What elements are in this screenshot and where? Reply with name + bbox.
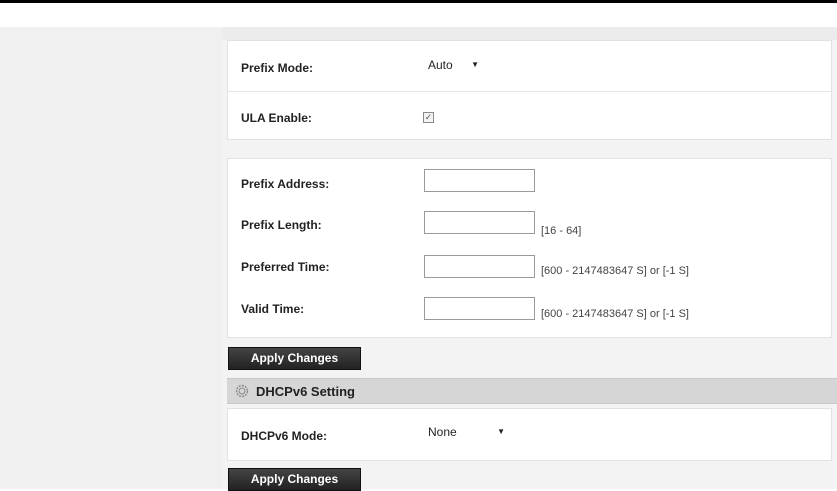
top-border-line <box>0 0 837 3</box>
apply-changes-button[interactable]: Apply Changes <box>228 347 361 370</box>
prefix-fields-panel: Prefix Address: Prefix Length: [16 - 64]… <box>227 158 832 338</box>
valid-time-label: Valid Time: <box>241 302 305 316</box>
valid-time-input[interactable] <box>424 297 535 320</box>
main-content: Prefix Mode: Auto ▼ ULA Enable: ✓ Prefix… <box>222 27 837 491</box>
chevron-down-icon: ▼ <box>497 427 505 436</box>
preferred-time-hint: [600 - 2147483647 S] or [-1 S] <box>541 265 689 277</box>
dhcpv6-section-header: DHCPv6 Setting <box>227 378 837 404</box>
prefix-mode-label: Prefix Mode: <box>241 61 314 75</box>
dhcpv6-mode-label: DHCPv6 Mode: <box>241 429 328 443</box>
checkmark-icon: ✓ <box>424 112 433 122</box>
prefix-mode-select[interactable]: Auto ▼ <box>422 55 482 73</box>
prefix-length-input[interactable] <box>424 211 535 234</box>
gear-icon <box>235 384 249 398</box>
divider <box>228 91 831 92</box>
ula-enable-label: ULA Enable: <box>241 111 312 125</box>
prefix-mode-panel: Prefix Mode: Auto ▼ ULA Enable: ✓ <box>227 40 832 140</box>
dhcpv6-mode-select[interactable]: None ▼ <box>422 422 508 440</box>
left-sidebar-area <box>0 27 222 489</box>
apply-changes-button-2[interactable]: Apply Changes <box>228 468 361 491</box>
prefix-address-label: Prefix Address: <box>241 177 330 191</box>
ula-enable-checkbox[interactable]: ✓ <box>423 112 434 123</box>
chevron-down-icon: ▼ <box>471 60 479 69</box>
section-title: DHCPv6 Setting <box>256 384 355 399</box>
prefix-address-input[interactable] <box>424 169 535 192</box>
dhcpv6-panel: DHCPv6 Mode: None ▼ <box>227 408 832 461</box>
top-strip <box>222 27 837 40</box>
preferred-time-input[interactable] <box>424 255 535 278</box>
prefix-mode-value: Auto <box>428 58 453 72</box>
preferred-time-label: Preferred Time: <box>241 260 330 274</box>
prefix-length-hint: [16 - 64] <box>541 225 582 237</box>
dhcpv6-mode-value: None <box>428 425 457 439</box>
prefix-length-label: Prefix Length: <box>241 218 322 232</box>
valid-time-hint: [600 - 2147483647 S] or [-1 S] <box>541 308 689 320</box>
